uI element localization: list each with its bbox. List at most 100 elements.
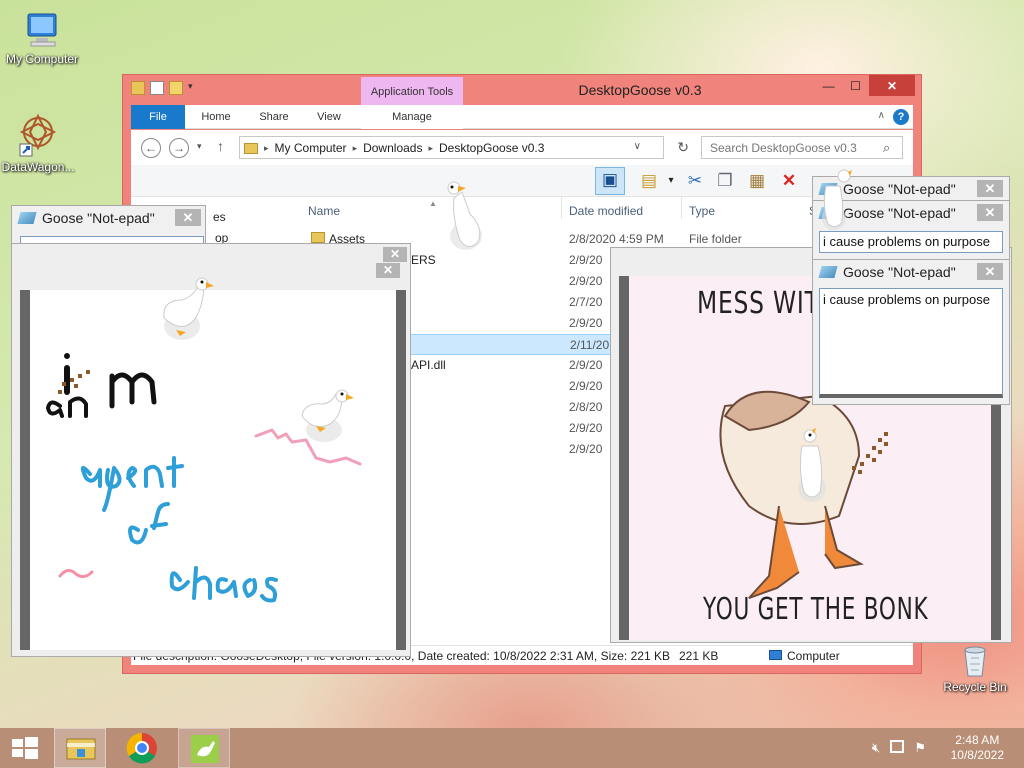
desktop-icon-label: My Computer <box>5 52 79 66</box>
drawing-svg <box>46 353 362 603</box>
notepad-title: Goose "Not-epad" <box>42 210 155 226</box>
notepad-titlebar[interactable]: Goose "Not-epad" ✕ <box>12 206 205 230</box>
file-name: ERS <box>411 253 436 267</box>
file-date: 2/9/20 <box>569 253 603 267</box>
chevron-right-icon[interactable]: ▸ <box>353 143 358 154</box>
maximize-button[interactable]: ☐ <box>842 75 869 96</box>
file-date: 2/9/20 <box>569 274 603 288</box>
action-center-icon[interactable]: ⚑ <box>914 740 926 756</box>
desktop-icon-label: DataWagon... <box>1 160 75 174</box>
system-tray: 🔇︎ ⚑ <box>872 740 926 756</box>
close-button[interactable]: ✕ <box>977 204 1003 221</box>
file-explorer-icon <box>66 738 96 760</box>
goose-sprite[interactable] <box>440 178 490 258</box>
file-date: 2/8/20 <box>569 400 603 414</box>
close-button[interactable]: ✕ <box>869 75 915 96</box>
tab-home[interactable]: Home <box>191 105 241 129</box>
computer-icon <box>769 650 782 660</box>
speaker-muted-icon[interactable]: 🔇︎ <box>872 740 880 756</box>
search-icon[interactable]: ⌕ <box>883 140 890 156</box>
desktop-icon-recycle-bin[interactable]: Recycle Bin <box>933 642 1017 694</box>
close-button[interactable]: ✕ <box>977 263 1003 280</box>
refresh-icon[interactable]: ↻ <box>677 139 689 156</box>
clock-date: 10/8/2022 <box>950 748 1004 762</box>
desktop-icon-my-computer[interactable]: My Computer <box>0 10 84 66</box>
taskbar-chrome[interactable] <box>116 728 168 768</box>
nav-pane-partial[interactable]: es <box>213 210 226 224</box>
mud-footprints <box>852 432 888 474</box>
clock-time: 2:48 AM <box>955 733 1000 747</box>
drawing-canvas <box>20 290 406 650</box>
recycle-bin-icon <box>957 642 993 678</box>
column-header-type[interactable]: Type <box>689 204 715 218</box>
address-row: ← → ▾ ↑ ▸ My Computer ▸ Downloads ▸ Desk… <box>131 130 913 165</box>
cut-icon[interactable]: ✂ <box>683 169 707 193</box>
close-button[interactable]: ✕ <box>376 263 400 278</box>
recent-locations-icon[interactable]: ▾ <box>197 141 202 152</box>
tab-manage[interactable]: Manage <box>361 105 463 129</box>
window-controls: — ☐ ✕ <box>815 75 915 96</box>
file-date: 2/7/20 <box>569 295 603 309</box>
sort-up-icon: ▲ <box>429 199 437 208</box>
chevron-right-icon[interactable]: ▸ <box>428 143 433 154</box>
forward-button[interactable]: → <box>169 138 189 158</box>
file-date: 2/9/20 <box>569 316 603 330</box>
chevron-down-icon[interactable]: ∨ <box>634 141 641 152</box>
taskbar-desktop-goose[interactable] <box>178 728 230 768</box>
chrome-icon <box>126 732 157 764</box>
tab-file[interactable]: File <box>131 105 185 129</box>
ribbon-tabs: File Home Share View Manage ∧ ? <box>131 105 913 129</box>
close-button[interactable]: ✕ <box>977 180 1003 197</box>
goose-sprite[interactable] <box>298 386 358 446</box>
preview-pane-icon[interactable]: ▣ <box>595 167 625 195</box>
collapse-ribbon-icon[interactable]: ∧ <box>878 110 885 121</box>
column-header-date[interactable]: Date modified <box>569 204 643 218</box>
help-icon[interactable]: ? <box>893 109 909 125</box>
file-date: 2/9/20 <box>569 442 603 456</box>
close-button[interactable]: ✕ <box>175 209 201 226</box>
file-date: 2/9/20 <box>569 421 603 435</box>
minimize-button[interactable]: — <box>815 75 842 96</box>
start-button[interactable] <box>0 728 52 768</box>
notepad-titlebar[interactable]: Goose "Not-epad" ✕ <box>813 260 1009 284</box>
up-button[interactable]: ↑ <box>217 138 224 154</box>
breadcrumb-item[interactable]: My Computer <box>275 141 347 155</box>
contextual-tab-label: Application Tools <box>370 86 454 98</box>
back-button[interactable]: ← <box>141 138 161 158</box>
breadcrumb-item[interactable]: DesktopGoose v0.3 <box>439 141 544 155</box>
chevron-right-icon[interactable]: ▸ <box>264 143 269 154</box>
goose-sprite[interactable] <box>814 168 858 238</box>
taskbar-file-explorer[interactable] <box>54 728 106 768</box>
tab-share[interactable]: Share <box>249 105 299 129</box>
status-size: 221 KB <box>679 649 719 663</box>
folder-icon <box>311 232 325 243</box>
goose-sprite[interactable] <box>158 274 218 344</box>
shortcut-icon <box>16 110 60 158</box>
meme-bottom-text: YOU GET THE BONK <box>703 592 929 627</box>
notepad-title: Goose "Not-epad" <box>843 205 956 221</box>
paste-icon[interactable]: ▦ <box>745 169 769 193</box>
status-location: Computer <box>787 649 840 663</box>
goose-sprite[interactable] <box>790 426 834 506</box>
tab-view[interactable]: View <box>305 105 353 129</box>
close-button[interactable]: ✕ <box>383 247 407 262</box>
computer-icon <box>22 10 62 50</box>
search-input[interactable]: Search DesktopGoose v0.3 <box>701 136 903 159</box>
copy-icon[interactable]: ❐ <box>713 169 737 193</box>
select-icon[interactable]: ▤ <box>637 169 661 193</box>
notepad-window-right-3[interactable]: Goose "Not-epad" ✕ i cause problems on p… <box>812 259 1010 405</box>
column-divider <box>681 197 682 219</box>
desktop-icon-datawagon[interactable]: DataWagon... <box>0 110 80 174</box>
notepad-title: Goose "Not-epad" <box>843 264 956 280</box>
breadcrumb-item[interactable]: Downloads <box>363 141 422 155</box>
delete-icon[interactable]: ✕ <box>777 169 801 193</box>
file-date: 2/8/2020 4:59 PM <box>569 232 664 246</box>
column-header-name[interactable]: Name <box>308 204 340 218</box>
file-date: 2/11/20 <box>570 338 610 352</box>
address-bar[interactable]: ▸ My Computer ▸ Downloads ▸ DesktopGoose… <box>239 136 689 159</box>
chevron-down-icon[interactable]: ▾ <box>659 169 683 193</box>
notepad-text[interactable]: i cause problems on purpose <box>819 288 1003 398</box>
explorer-titlebar[interactable]: ▾ DesktopGoose v0.3 — ☐ ✕ <box>123 75 921 105</box>
network-icon[interactable] <box>890 740 905 753</box>
clock[interactable]: 2:48 AM 10/8/2022 <box>951 733 1004 763</box>
